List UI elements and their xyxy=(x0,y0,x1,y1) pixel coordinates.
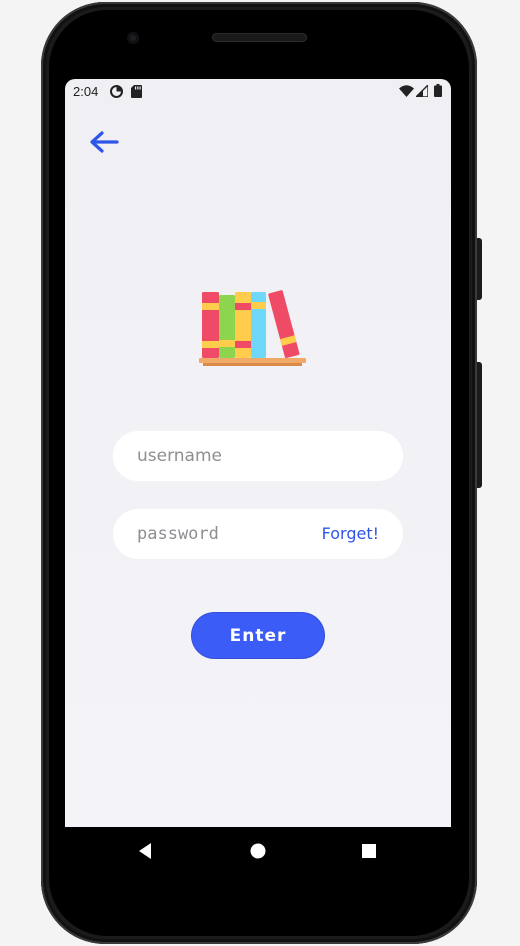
back-button[interactable] xyxy=(87,127,123,159)
app-screen: 2:04 username Forget! Enter xyxy=(65,79,451,827)
volume-button[interactable] xyxy=(477,362,482,488)
power-button[interactable] xyxy=(477,238,482,300)
nav-recents-button[interactable] xyxy=(358,840,380,862)
password-input[interactable] xyxy=(137,509,307,559)
signal-icon xyxy=(414,83,429,100)
data-saver-icon xyxy=(110,85,123,101)
password-field[interactable]: Forget! xyxy=(113,509,403,559)
back-triangle-icon xyxy=(139,843,151,859)
arrow-left-icon xyxy=(90,131,119,153)
nav-back-button[interactable] xyxy=(135,840,157,862)
books-on-shelf-icon xyxy=(199,290,306,366)
books-logo xyxy=(199,287,309,369)
enter-button[interactable]: Enter xyxy=(192,613,324,658)
nav-home-button[interactable] xyxy=(247,840,269,862)
sd-card-icon xyxy=(131,85,142,101)
status-time: 2:04 xyxy=(73,84,99,99)
forget-password-link[interactable]: Forget! xyxy=(322,524,379,543)
status-bar: 2:04 xyxy=(65,79,451,103)
battery-icon xyxy=(434,84,442,100)
username-field[interactable] xyxy=(113,431,403,481)
username-input[interactable] xyxy=(137,431,377,481)
earpiece-speaker xyxy=(212,33,307,42)
recents-square-icon xyxy=(362,844,376,858)
navigation-bar xyxy=(65,827,451,875)
wifi-icon xyxy=(399,85,414,100)
home-circle-icon xyxy=(250,843,266,859)
front-camera xyxy=(127,32,139,44)
device-stage: 2:04 username Forget! Enter xyxy=(0,0,520,946)
